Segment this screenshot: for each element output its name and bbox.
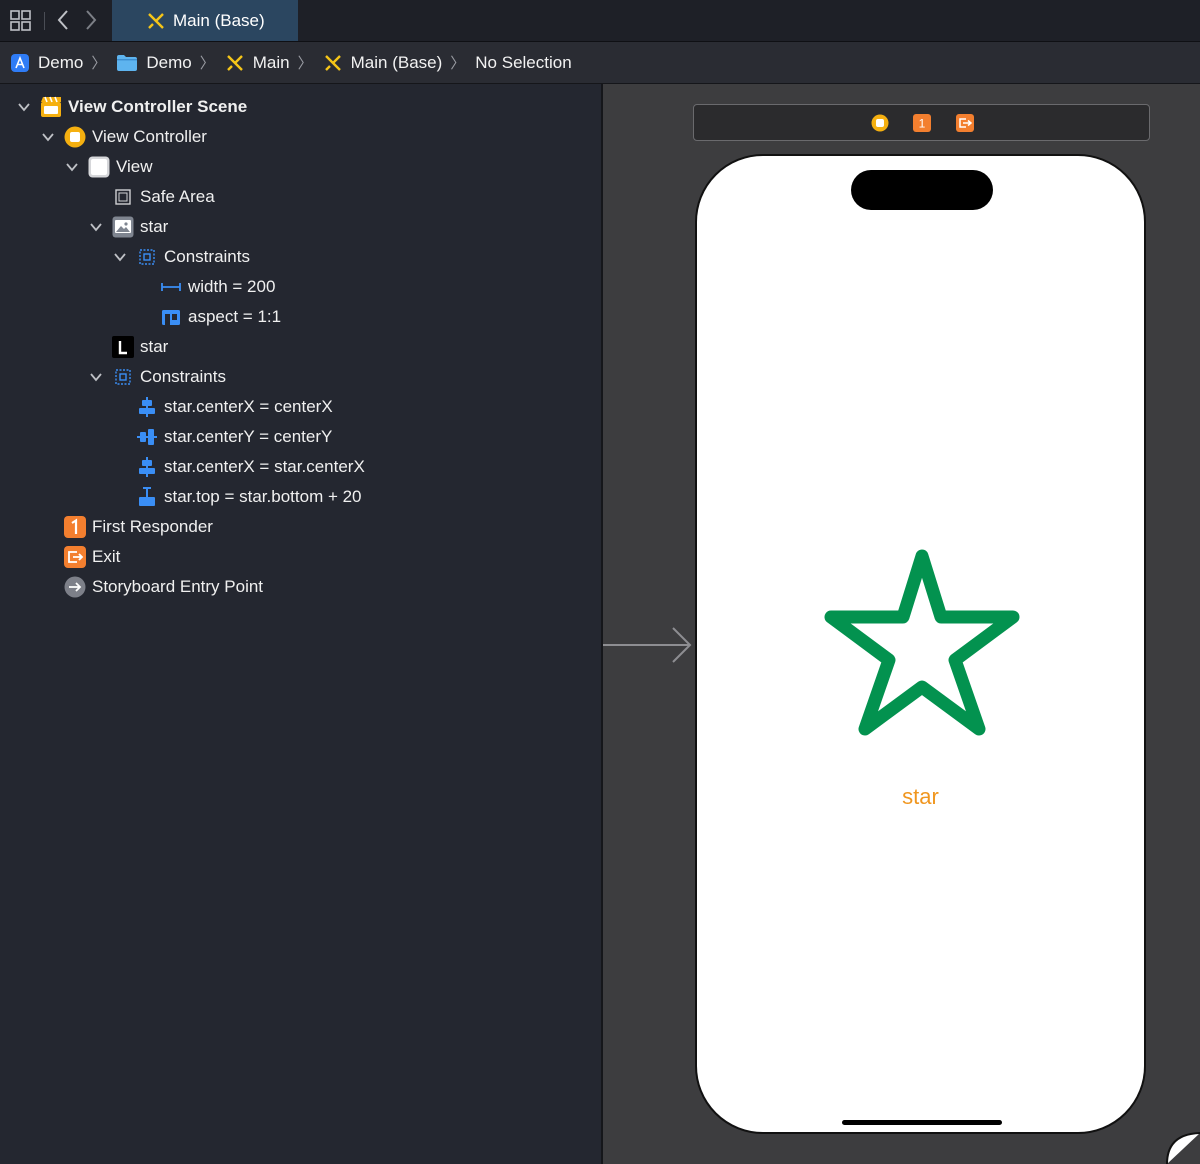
outline-item-first-responder[interactable]: First Responder [64,512,213,542]
storyboard-icon [226,54,243,71]
first-responder-badge: 1 [919,117,926,131]
outline-item-aspect-constraint[interactable]: aspect = 1:1 [160,302,281,332]
outline-item-label[interactable]: star [112,332,168,362]
outline-label: Constraints [164,247,250,266]
outline-label: aspect = 1:1 [188,307,282,326]
chevron-down-icon[interactable] [89,370,103,384]
breadcrumb-item-selection[interactable]: No Selection [475,42,571,83]
outline-label: star.centerY = centerY [164,427,333,446]
outline-item-centerx-constraint[interactable]: star.centerX = centerX [136,392,333,422]
outline-item-width-constraint[interactable]: width = 200 [160,272,275,302]
entry-point-arrow[interactable] [603,624,695,664]
outline-item-exit[interactable]: Exit [64,542,120,572]
app-icon [11,53,29,72]
outline-label: Storyboard Entry Point [92,577,264,596]
outline-label: View Controller [92,127,207,146]
breadcrumb-item-storyboard-base[interactable]: Main (Base) [323,42,443,83]
entry-point-arrow-icon [64,576,86,598]
exit-icon[interactable] [956,114,974,132]
outline-item-scene[interactable]: View Controller Scene [40,92,247,122]
chevron-down-icon[interactable] [113,250,127,264]
forward-chevron-icon[interactable] [82,8,100,32]
tab-bar: Main (Base) [0,0,1200,42]
dynamic-island [851,170,993,210]
storyboard-icon [324,54,341,71]
storyboard-canvas[interactable]: 1 star [603,84,1200,1164]
outline-item-constraints[interactable]: Constraints [136,242,250,272]
toolbar-divider [44,12,45,30]
back-chevron-icon[interactable] [54,8,72,32]
outline-item-image-view[interactable]: star [112,212,168,242]
center-x-constraint-icon [139,457,155,477]
outline-label: star.centerX = star.centerX [164,457,365,476]
breadcrumb-separator: 〉 [450,55,466,72]
vertical-spacing-constraint-icon [139,487,155,506]
outline-item-centery-constraint[interactable]: star.centerY = centerY [136,422,332,452]
tab-label: Main (Base) [173,10,265,30]
outline-item-view-controller[interactable]: View Controller [64,122,207,152]
document-outline: View Controller Scene View Controller Vi… [0,84,603,1164]
outline-label: star.centerX = centerX [164,397,333,416]
outline-item-safe-area[interactable]: Safe Area [112,182,215,212]
first-responder-icon[interactable]: 1 [913,114,931,132]
next-scene-corner [1166,1132,1200,1164]
chevron-down-icon[interactable] [41,130,55,144]
outline-label: View Controller Scene [68,97,248,116]
outline-label: Safe Area [140,187,215,206]
star-label[interactable]: star [697,784,1144,810]
width-constraint-icon [161,283,181,291]
center-x-constraint-icon [139,397,155,417]
view-controller-icon[interactable] [871,114,889,132]
grid-icon[interactable] [10,10,32,32]
outline-label: star.top = star.bottom + 20 [164,487,362,506]
breadcrumb-label: Main [252,52,290,72]
center-y-constraint-icon [137,429,157,445]
view-controller-icon [64,126,86,148]
home-indicator [842,1120,1002,1125]
breadcrumb-item-storyboard[interactable]: Main [225,42,290,83]
storyboard-icon [148,13,164,29]
breadcrumb-item-folder[interactable]: Demo [116,42,192,83]
breadcrumb-label: No Selection [475,52,572,72]
outline-label: Exit [92,547,121,566]
folder-icon [117,54,138,71]
outline-label: First Responder [92,517,213,536]
label-icon [112,336,134,358]
breadcrumb: Demo 〉 Demo 〉 Main 〉 Main (Base) 〉 No Se… [0,42,1200,84]
breadcrumb-separator: 〉 [91,55,107,72]
tab-main-base[interactable]: Main (Base) [112,0,298,41]
image-view-icon [112,216,134,238]
breadcrumb-label: Main (Base) [350,52,443,72]
outline-item-constraints[interactable]: Constraints [112,362,226,392]
breadcrumb-label: Demo [38,52,84,72]
aspect-constraint-icon [162,310,180,325]
view-icon [88,156,110,178]
chevron-down-icon[interactable] [89,220,103,234]
breadcrumb-separator: 〉 [199,55,215,72]
constraints-icon [115,369,131,385]
breadcrumb-separator: 〉 [297,55,313,72]
scene-dock: 1 [693,104,1150,141]
star-image-view[interactable] [824,549,1020,739]
chevron-down-icon[interactable] [17,100,31,114]
outline-item-entry-point[interactable]: Storyboard Entry Point [64,572,263,602]
outline-label: width = 200 [188,277,276,296]
iphone-view[interactable]: star [695,154,1146,1134]
breadcrumb-label: Demo [146,52,192,72]
outline-item-centerx-star-constraint[interactable]: star.centerX = star.centerX [136,452,365,482]
exit-icon [64,546,86,568]
constraints-icon [139,249,155,265]
safe-area-icon [115,189,131,205]
breadcrumb-item-project[interactable]: Demo [10,42,83,83]
scene-icon [41,96,61,117]
outline-item-vertical-spacing-constraint[interactable]: star.top = star.bottom + 20 [136,482,362,512]
outline-label: View [116,157,153,176]
outline-item-view[interactable]: View [88,152,153,182]
outline-label: Constraints [140,367,226,386]
chevron-down-icon[interactable] [65,160,79,174]
outline-label: star [140,337,169,356]
outline-label: star [140,217,169,236]
first-responder-icon [64,516,86,538]
